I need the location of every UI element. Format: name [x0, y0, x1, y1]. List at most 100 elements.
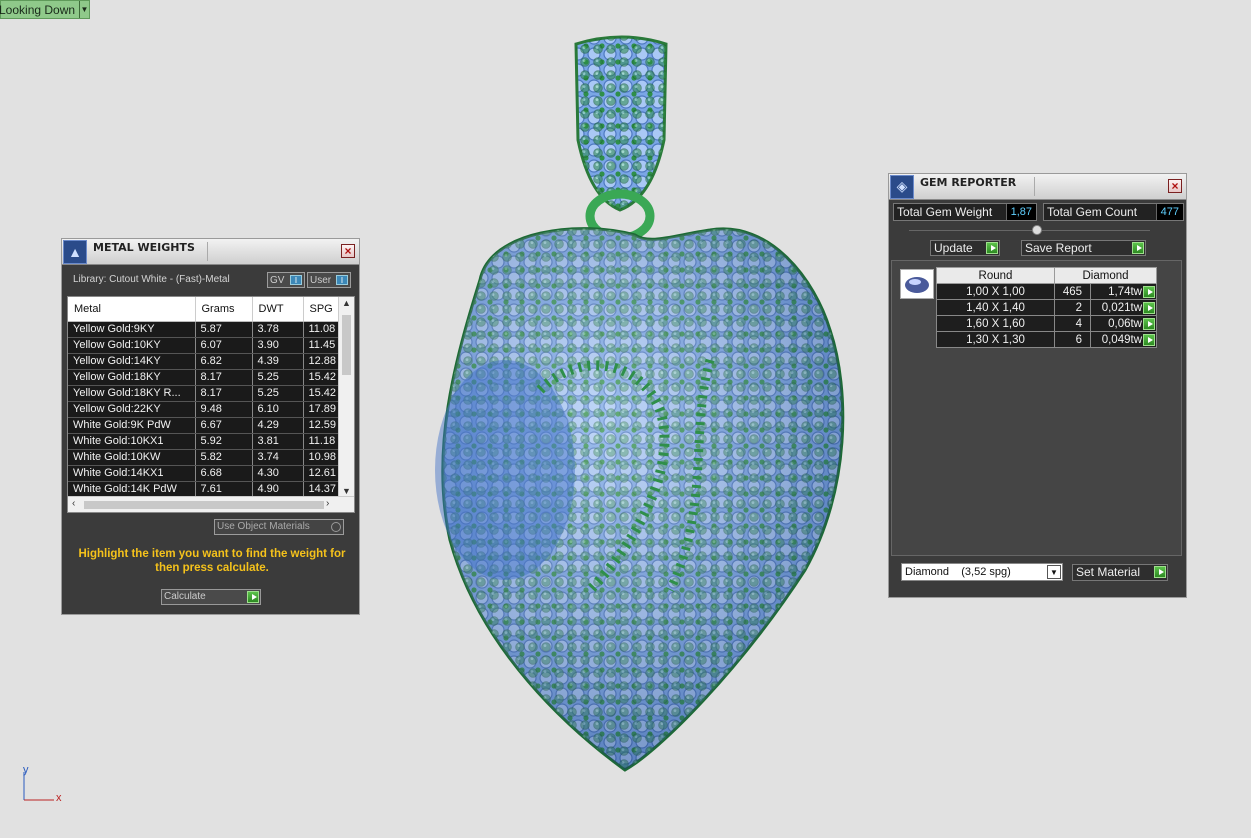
dwt: 4.30 [252, 465, 304, 482]
axis-x-label: x [56, 792, 62, 804]
viewport-view-selector[interactable]: Looking Down ▼ [0, 0, 90, 19]
play-arrow-icon[interactable] [1143, 334, 1155, 346]
spg: 12.59 [303, 417, 339, 434]
play-arrow-icon[interactable] [1143, 302, 1155, 314]
close-icon[interactable]: × [1168, 179, 1182, 193]
play-arrow-icon[interactable] [1154, 566, 1166, 578]
total-gem-weight: Total Gem Weight 1,87 [893, 203, 1037, 221]
scroll-thumb[interactable] [84, 501, 324, 509]
table-row[interactable]: White Gold:9K PdW 6.67 4.29 12.59 [68, 417, 339, 434]
update-button[interactable]: Update [930, 240, 1000, 256]
column-header-metal[interactable]: Metal [68, 297, 196, 322]
update-label: Update [934, 241, 973, 255]
gem-reporter-title: GEM REPORTER [920, 176, 1017, 189]
radio-icon[interactable] [331, 522, 341, 532]
table-row[interactable]: Yellow Gold:14KY 6.82 4.39 12.88 [68, 353, 339, 370]
gem-weight-cell: 0,06tw [1090, 315, 1157, 332]
metal-weights-titlebar[interactable]: ▲ METAL WEIGHTS × [62, 239, 359, 265]
table-row[interactable]: 1,60 X 1,60 4 0,06tw [936, 315, 1157, 332]
metal-name: Yellow Gold:9KY [68, 321, 196, 338]
scroll-thumb[interactable] [342, 315, 351, 375]
grams: 8.17 [195, 369, 253, 386]
grams: 5.87 [195, 321, 253, 338]
metal-name: Yellow Gold:18KY R... [68, 385, 196, 402]
play-arrow-icon[interactable] [1143, 286, 1155, 298]
gem-list: Round Diamond 1,00 X 1,00 465 1,74tw 1,4… [891, 260, 1182, 556]
gem-count: 6 [1054, 331, 1091, 348]
metal-name: Yellow Gold:14KY [68, 353, 196, 370]
column-header-dwt[interactable]: DWT [252, 297, 304, 322]
grams: 5.82 [195, 449, 253, 466]
material-select[interactable]: Diamond (3,52 spg) ▼ [901, 563, 1063, 581]
total-gem-count-value: 477 [1155, 204, 1183, 220]
metal-name: White Gold:9K PdW [68, 417, 196, 434]
titlebar-divider [1034, 177, 1035, 196]
table-row[interactable]: Yellow Gold:9KY 5.87 3.78 11.08 [68, 321, 339, 338]
dwt: 3.81 [252, 433, 304, 450]
user-toggle[interactable]: User I [307, 272, 351, 288]
gem-count: 4 [1054, 315, 1091, 332]
save-report-label: Save Report [1025, 241, 1092, 255]
metal-name: Yellow Gold:18KY [68, 369, 196, 386]
gem-reporter-titlebar[interactable]: ◈ GEM REPORTER × [889, 174, 1186, 200]
dwt: 4.90 [252, 481, 304, 498]
axis-y-label: y [23, 764, 29, 776]
table-row[interactable]: White Gold:14KX1 6.68 4.30 12.61 [68, 465, 339, 482]
play-arrow-icon[interactable] [247, 591, 259, 603]
grams: 8.17 [195, 385, 253, 402]
gem-weight-cell: 0,021tw [1090, 299, 1157, 316]
table-row[interactable]: Yellow Gold:10KY 6.07 3.90 11.45 [68, 337, 339, 354]
table-row[interactable]: 1,30 X 1,30 6 0,049tw [936, 331, 1157, 348]
table-row[interactable]: White Gold:10KW 5.82 3.74 10.98 [68, 449, 339, 466]
gv-toggle[interactable]: GV I [267, 272, 305, 288]
save-report-button[interactable]: Save Report [1021, 240, 1146, 256]
column-header-material: Diamond [1054, 267, 1157, 284]
metal-table-header: Metal Grams DWT SPG [68, 297, 339, 322]
gem-weight-cell: 0,049tw [1090, 331, 1157, 348]
table-row[interactable]: Yellow Gold:18KY R... 8.17 5.25 15.42 [68, 385, 339, 402]
metal-table-container: Metal Grams DWT SPG Yellow Gold:9KY 5.87 3… [67, 296, 355, 513]
dwt: 3.90 [252, 337, 304, 354]
scroll-down-icon[interactable]: ▼ [342, 486, 351, 496]
set-material-button[interactable]: Set Material [1072, 564, 1168, 581]
gem-size: 1,30 X 1,30 [936, 331, 1055, 348]
play-arrow-icon[interactable] [1132, 242, 1144, 254]
use-object-materials-toggle[interactable]: Use Object Materials [214, 519, 344, 535]
scroll-up-icon[interactable]: ▲ [342, 298, 351, 308]
table-row[interactable]: White Gold:10KX1 5.92 3.81 11.18 [68, 433, 339, 450]
column-header-shape: Round [936, 267, 1055, 284]
spg: 12.88 [303, 353, 339, 370]
column-header-spg[interactable]: SPG [303, 297, 339, 322]
metal-name: White Gold:14K PdW [68, 481, 196, 498]
chevron-down-icon[interactable]: ▼ [79, 1, 89, 18]
metal-table: Metal Grams DWT SPG Yellow Gold:9KY 5.87 3… [68, 297, 339, 498]
close-icon[interactable]: × [341, 244, 355, 258]
play-arrow-icon[interactable] [986, 242, 998, 254]
gem-table-header: Round Diamond [936, 267, 1157, 284]
total-gem-weight-label: Total Gem Weight [897, 205, 993, 219]
grams: 6.67 [195, 417, 253, 434]
dwt: 3.78 [252, 321, 304, 338]
chevron-down-icon[interactable]: ▼ [1047, 565, 1061, 579]
gem-count: 2 [1054, 299, 1091, 316]
table-row[interactable]: White Gold:14K PdW 7.61 4.90 14.37 [68, 481, 339, 498]
metal-weights-icon: ▲ [63, 239, 87, 264]
splitter-handle[interactable] [1032, 225, 1042, 235]
play-arrow-icon[interactable] [1143, 318, 1155, 330]
table-row[interactable]: Yellow Gold:18KY 8.17 5.25 15.42 [68, 369, 339, 386]
column-header-grams[interactable]: Grams [195, 297, 253, 322]
calculate-button[interactable]: Calculate [161, 589, 261, 605]
table-row[interactable]: Yellow Gold:22KY 9.48 6.10 17.89 [68, 401, 339, 418]
pendant-3d-model[interactable] [410, 30, 860, 780]
horizontal-scrollbar[interactable]: ‹ › [68, 496, 354, 512]
scroll-left-icon[interactable]: ‹ [72, 498, 75, 509]
vertical-scrollbar[interactable]: ▲ ▼ [338, 297, 354, 497]
gem-weight: 1,74tw [1108, 285, 1142, 298]
dwt: 4.39 [252, 353, 304, 370]
table-row[interactable]: 1,40 X 1,40 2 0,021tw [936, 299, 1157, 316]
toggle-switch-icon: I [290, 275, 302, 285]
scroll-right-icon[interactable]: › [326, 498, 329, 509]
grams: 5.92 [195, 433, 253, 450]
spg: 11.18 [303, 433, 339, 450]
table-row[interactable]: 1,00 X 1,00 465 1,74tw [936, 283, 1157, 300]
